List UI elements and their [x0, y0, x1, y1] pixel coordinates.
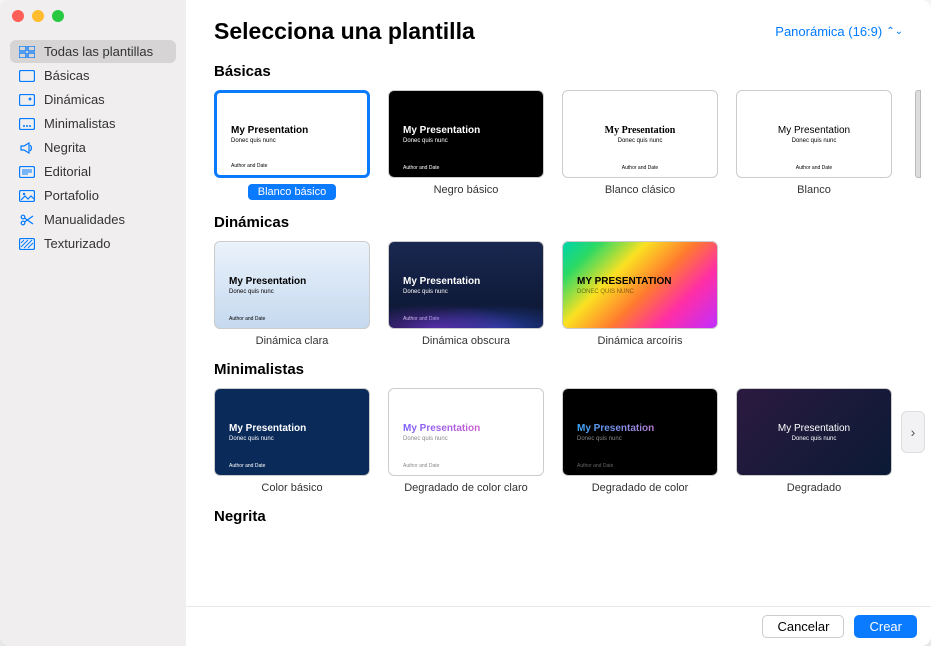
- template-gradient-light[interactable]: My PresentationDonec quis nuncAuthor and…: [388, 388, 544, 494]
- sidebar-item-textured[interactable]: Texturizado: [10, 232, 176, 255]
- template-label: Dinámica obscura: [422, 335, 510, 347]
- template-label: Dinámica clara: [256, 335, 329, 347]
- megaphone-icon: [18, 141, 36, 155]
- sidebar-item-label: Todas las plantillas: [44, 44, 153, 59]
- template-label: Blanco clásico: [605, 184, 675, 196]
- window-close-button[interactable]: [12, 10, 24, 22]
- scroll-right-button[interactable]: ›: [901, 411, 925, 453]
- sidebar-item-portfolio[interactable]: Portafolio: [10, 184, 176, 207]
- sidebar-item-label: Dinámicas: [44, 92, 105, 107]
- sidebar-item-label: Minimalistas: [44, 116, 116, 131]
- aspect-ratio-label: Panorámica (16:9): [775, 24, 882, 39]
- sidebar-item-label: Editorial: [44, 164, 91, 179]
- rectangle-icon: [18, 69, 36, 83]
- cancel-button[interactable]: Cancelar: [762, 615, 844, 638]
- template-dynamic-dark[interactable]: My PresentationDonec quis nuncAuthor and…: [388, 241, 544, 347]
- template-label: Degradado de color: [592, 482, 689, 494]
- section-title-dynamic: Dinámicas: [214, 214, 931, 231]
- sidebar-item-basic[interactable]: Básicas: [10, 64, 176, 87]
- lines-icon: [18, 165, 36, 179]
- aspect-ratio-dropdown[interactable]: Panorámica (16:9) ⌃⌄: [775, 24, 903, 39]
- template-thumbnail: My PresentationDonec quis nuncAuthor and…: [388, 241, 544, 329]
- template-peek[interactable]: [915, 90, 921, 178]
- section-title-bold: Negrita: [214, 508, 931, 525]
- grid-icon: [18, 45, 36, 59]
- page-title: Selecciona una plantilla: [214, 18, 475, 45]
- template-label: Blanco básico: [248, 184, 337, 200]
- template-thumbnail: My PresentationDonec quis nuncAuthor and…: [736, 90, 892, 178]
- template-dynamic-light[interactable]: My PresentationDonec quis nuncAuthor and…: [214, 241, 370, 347]
- sidebar-item-all[interactable]: Todas las plantillas: [10, 40, 176, 63]
- template-scroll-area[interactable]: Básicas My PresentationDonec quis nuncAu…: [186, 49, 931, 606]
- template-thumbnail: My PresentationDonec quis nuncAuthor and…: [214, 388, 370, 476]
- template-thumbnail: My PresentationDonec quis nunc: [736, 388, 892, 476]
- dots-icon: [18, 117, 36, 131]
- window-zoom-button[interactable]: [52, 10, 64, 22]
- sidebar-item-label: Texturizado: [44, 236, 110, 251]
- template-gradient[interactable]: My PresentationDonec quis nunc Degradado: [736, 388, 892, 494]
- texture-icon: [18, 237, 36, 251]
- template-label: Blanco: [797, 184, 831, 196]
- template-white-plain[interactable]: My PresentationDonec quis nuncAuthor and…: [736, 90, 892, 200]
- template-thumbnail: My PresentationDonec quis nuncAuthor and…: [562, 90, 718, 178]
- image-icon: [18, 189, 36, 203]
- template-label: Degradado: [787, 482, 841, 494]
- template-label: Negro básico: [434, 184, 499, 196]
- template-thumbnail: My PresentationDonec quis nuncAuthor and…: [388, 388, 544, 476]
- section-title-minimalist: Minimalistas: [214, 361, 931, 378]
- template-dynamic-rainbow[interactable]: My PresentationDONEC QUIS NUNC Dinámica …: [562, 241, 718, 347]
- template-thumbnail: My PresentationDonec quis nuncAuthor and…: [214, 90, 370, 178]
- template-thumbnail: My PresentationDonec quis nuncAuthor and…: [214, 241, 370, 329]
- template-gradient-color[interactable]: My PresentationDonec quis nuncAuthor and…: [562, 388, 718, 494]
- chevron-right-icon: ›: [911, 424, 916, 440]
- template-label: Dinámica arcoíris: [598, 335, 683, 347]
- sidebar-item-label: Negrita: [44, 140, 86, 155]
- sparkle-icon: [18, 93, 36, 107]
- sidebar-item-label: Portafolio: [44, 188, 99, 203]
- sidebar-item-editorial[interactable]: Editorial: [10, 160, 176, 183]
- sidebar: Todas las plantillas Básicas Dinámicas M…: [0, 0, 186, 646]
- sidebar-item-dynamic[interactable]: Dinámicas: [10, 88, 176, 111]
- chevron-updown-icon: ⌃⌄: [886, 26, 903, 37]
- template-white-basic[interactable]: My PresentationDonec quis nuncAuthor and…: [214, 90, 370, 200]
- window-minimize-button[interactable]: [32, 10, 44, 22]
- sidebar-item-bold[interactable]: Negrita: [10, 136, 176, 159]
- template-thumbnail: My PresentationDONEC QUIS NUNC: [562, 241, 718, 329]
- sidebar-item-label: Básicas: [44, 68, 90, 83]
- section-title-basic: Básicas: [214, 63, 931, 80]
- sidebar-item-minimalist[interactable]: Minimalistas: [10, 112, 176, 135]
- template-label: Color básico: [261, 482, 322, 494]
- sidebar-item-label: Manualidades: [44, 212, 125, 227]
- template-label: Degradado de color claro: [404, 482, 528, 494]
- template-thumbnail: My PresentationDonec quis nuncAuthor and…: [562, 388, 718, 476]
- scissors-icon: [18, 213, 36, 227]
- template-black-basic[interactable]: My PresentationDonec quis nuncAuthor and…: [388, 90, 544, 200]
- template-color-basic[interactable]: My PresentationDonec quis nuncAuthor and…: [214, 388, 370, 494]
- sidebar-item-crafts[interactable]: Manualidades: [10, 208, 176, 231]
- create-button[interactable]: Crear: [854, 615, 917, 638]
- template-white-classic[interactable]: My PresentationDonec quis nuncAuthor and…: [562, 90, 718, 200]
- template-thumbnail: My PresentationDonec quis nuncAuthor and…: [388, 90, 544, 178]
